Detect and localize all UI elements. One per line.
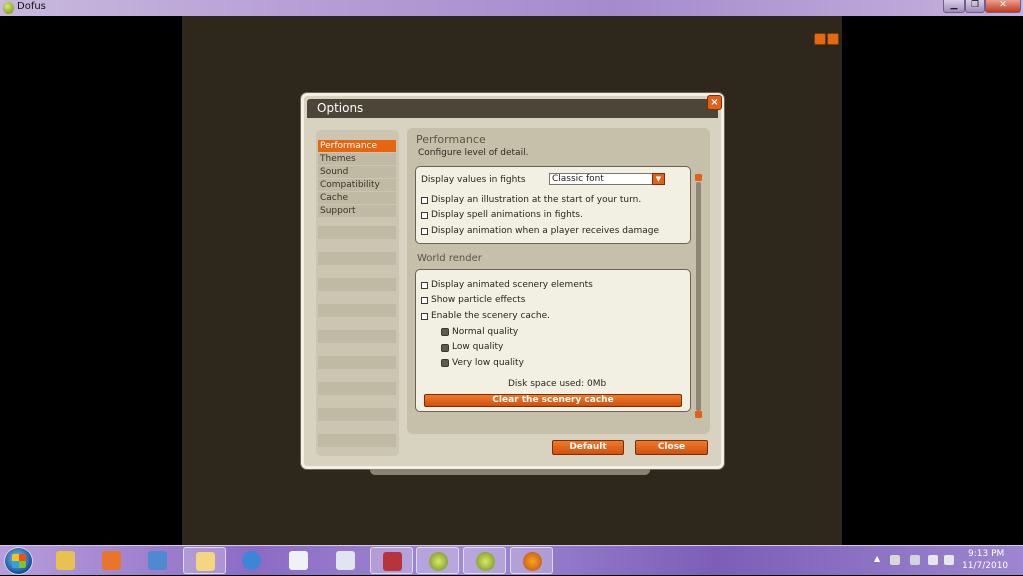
start-button[interactable] <box>4 547 33 575</box>
taskbar-document[interactable] <box>277 547 320 574</box>
maximize-button[interactable]: ❐ <box>965 0 985 13</box>
paint-icon <box>148 551 167 570</box>
taskbar-dofus-2[interactable] <box>463 547 506 574</box>
display-values-label: Display values in fights <box>421 175 526 185</box>
scenery-cache-label: Enable the scenery cache. <box>431 311 550 321</box>
damage-animation-label: Display animation when a player receives… <box>431 226 660 236</box>
taskbar-winrar[interactable] <box>370 547 413 574</box>
options-content: Performance Configure level of detail. D… <box>407 128 710 434</box>
sidebar-item-sound[interactable]: Sound <box>318 166 396 178</box>
window-titlebar: Dofus ▁ ❐ ✕ <box>0 0 1023 16</box>
sidebar-empty-slot <box>318 382 396 395</box>
scroll-thumb[interactable] <box>696 182 701 411</box>
game-close-icon[interactable] <box>827 33 839 45</box>
dialog-close-icon[interactable]: × <box>707 95 722 110</box>
sidebar-empty-slot <box>318 356 396 369</box>
sidebar-item-performance[interactable]: Performance <box>318 140 396 152</box>
clear-cache-button[interactable]: Clear the scenery cache <box>424 394 682 407</box>
taskbar-firefox[interactable] <box>510 547 553 574</box>
world-render-title: World render <box>417 253 482 264</box>
illustration-checkbox[interactable] <box>421 197 428 204</box>
tray-action-center-icon[interactable] <box>928 555 938 565</box>
sidebar-empty-slot <box>318 408 396 421</box>
dofus-app-icon <box>3 2 14 14</box>
spell-animations-checkbox[interactable] <box>421 212 428 219</box>
folder-icon <box>56 551 75 570</box>
sidebar-empty-slot <box>318 330 396 343</box>
illustration-label: Display an illustration at the start of … <box>431 195 642 205</box>
normal-quality-radio[interactable] <box>441 328 449 336</box>
disk-space-text: Disk space used: 0Mb <box>508 379 607 389</box>
animated-scenery-label: Display animated scenery elements <box>431 280 593 290</box>
normal-quality-label: Normal quality <box>452 327 519 337</box>
document-icon <box>289 551 308 570</box>
sidebar-item-compatibility[interactable]: Compatibility <box>318 179 396 191</box>
tray-app-icon[interactable] <box>890 555 900 565</box>
internet-explorer-icon <box>242 551 261 570</box>
font-select-value: Classic font <box>552 174 604 184</box>
clock-date[interactable]: 11/7/2010 <box>962 561 1008 571</box>
taskbar-internet-explorer[interactable] <box>230 547 273 574</box>
taskbar-dofus-1[interactable] <box>416 547 459 574</box>
low-quality-radio[interactable] <box>441 344 449 352</box>
spell-animations-label: Display spell animations in fights. <box>431 210 583 220</box>
options-sidebar: Performance Themes Sound Compatibility C… <box>316 130 399 456</box>
clock-time[interactable]: 9:13 PM <box>968 549 1004 559</box>
scroll-down-icon[interactable] <box>695 411 702 418</box>
sidebar-item-themes[interactable]: Themes <box>318 153 396 165</box>
taskbar-explorer[interactable] <box>44 547 87 574</box>
firefox-icon <box>523 552 542 571</box>
dofus-icon <box>429 552 448 571</box>
scroll-up-icon[interactable] <box>695 174 702 181</box>
window-title: Dofus <box>17 1 46 12</box>
taskbar-paint[interactable] <box>136 547 179 574</box>
options-dialog: Options × Performance Themes Sound Compa… <box>301 93 724 469</box>
particle-effects-checkbox[interactable] <box>421 297 428 304</box>
winrar-icon <box>383 552 402 571</box>
default-button[interactable]: Default <box>552 440 624 455</box>
tray-volume-icon[interactable] <box>944 555 954 565</box>
dialog-title: Options <box>317 101 364 115</box>
sidebar-empty-slot <box>318 226 396 239</box>
sidebar-item-support[interactable]: Support <box>318 205 396 217</box>
animated-scenery-checkbox[interactable] <box>421 282 428 289</box>
damage-animation-checkbox[interactable] <box>421 228 428 235</box>
sidebar-empty-slot <box>318 434 396 447</box>
tray-network-icon[interactable] <box>910 555 920 565</box>
fight-display-panel: Display values in fights Classic font ▼ … <box>415 166 691 244</box>
content-scrollbar[interactable] <box>695 174 702 418</box>
sidebar-empty-slot <box>318 252 396 265</box>
game-options-icon[interactable] <box>814 33 826 45</box>
media-player-icon <box>102 551 121 570</box>
taskbar-folder[interactable] <box>183 547 226 574</box>
chevron-down-icon[interactable]: ▼ <box>652 173 665 185</box>
windows-logo-icon <box>12 554 26 568</box>
font-select[interactable]: Classic font ▼ <box>549 173 665 185</box>
dofus-icon <box>476 552 495 571</box>
sidebar-item-cache[interactable]: Cache <box>318 192 396 204</box>
section-title: Performance <box>416 133 486 146</box>
scenery-cache-checkbox[interactable] <box>421 313 428 320</box>
editor-icon <box>336 551 355 570</box>
dialog-bottom-tab <box>370 469 650 475</box>
tray-expand-icon[interactable]: ▲ <box>874 554 884 564</box>
minimize-button[interactable]: ▁ <box>943 0 965 13</box>
sidebar-empty-slot <box>318 304 396 317</box>
close-window-button[interactable]: ✕ <box>985 0 1021 13</box>
particle-effects-label: Show particle effects <box>431 295 526 305</box>
taskbar-media-player[interactable] <box>90 547 133 574</box>
taskbar: ▲ 9:13 PM 11/7/2010 <box>0 545 1023 575</box>
world-render-panel: Display animated scenery elements Show p… <box>415 269 691 412</box>
sidebar-empty-slot <box>318 278 396 291</box>
section-subtitle: Configure level of detail. <box>418 148 529 158</box>
taskbar-editor[interactable] <box>324 547 367 574</box>
close-button[interactable]: Close <box>635 440 708 455</box>
very-low-quality-radio[interactable] <box>441 359 449 367</box>
low-quality-label: Low quality <box>452 342 504 352</box>
folder-icon <box>196 552 215 571</box>
very-low-quality-label: Very low quality <box>452 358 524 368</box>
dialog-header: Options × <box>307 95 722 118</box>
